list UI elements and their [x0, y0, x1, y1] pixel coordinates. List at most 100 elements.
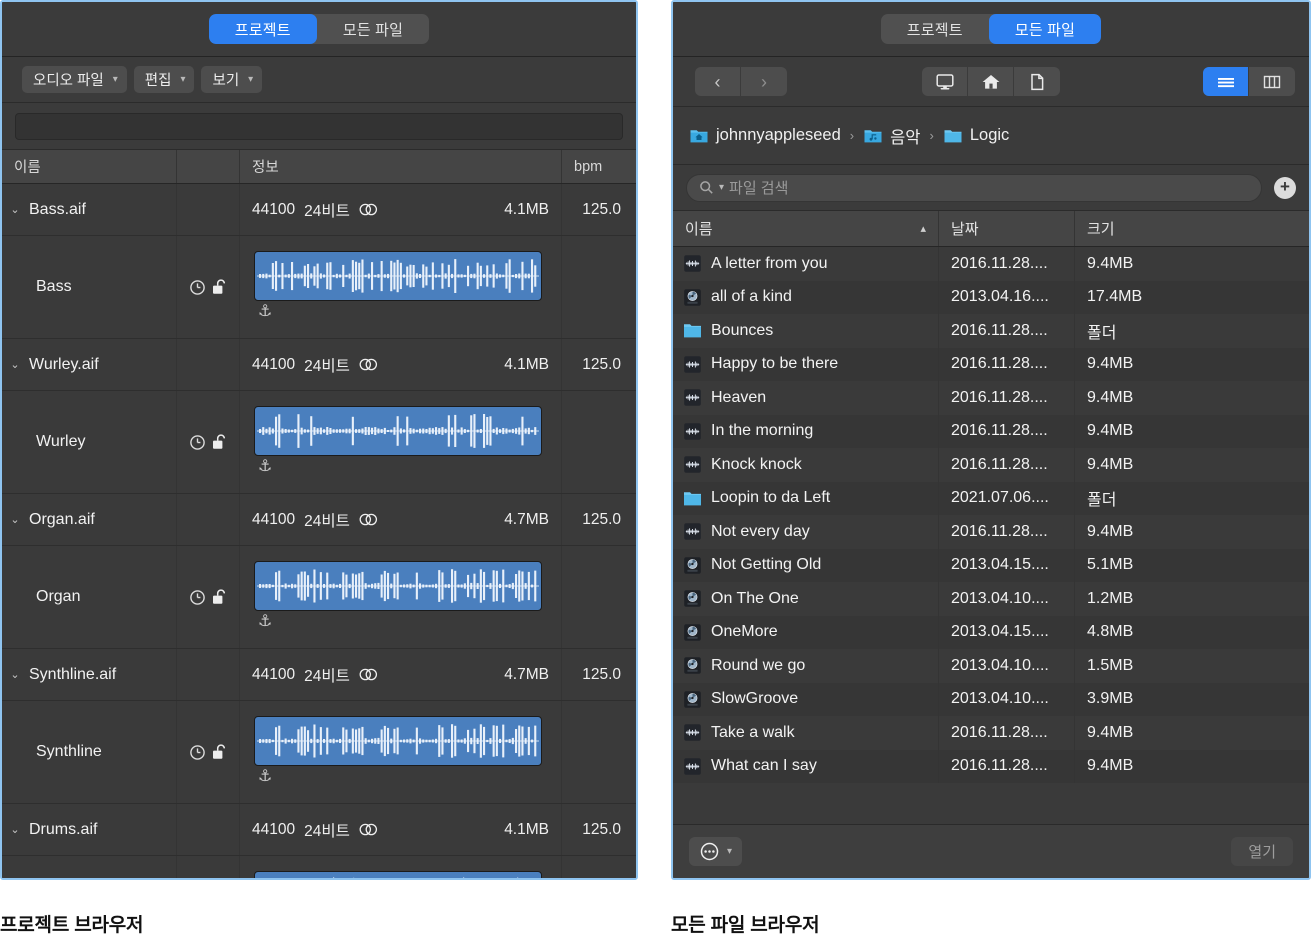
anchor-icon[interactable]: ⚓ [258, 304, 272, 320]
tab-all-files[interactable]: 모든 파일 [317, 14, 429, 44]
audio-region-flags-cell[interactable] [177, 391, 240, 493]
table-row[interactable]: Not every day 2016.11.28.... 9.4MB [673, 515, 1309, 549]
table-row[interactable]: In the morning 2016.11.28.... 9.4MB [673, 414, 1309, 448]
table-row[interactable]: Not Getting Old 2013.04.15.... 5.1MB [673, 548, 1309, 582]
audio-file-row[interactable]: ⌄ Organ.aif 44100 24비트 4.7MB 125.0 [2, 494, 636, 546]
audio-region-row[interactable]: Wurley ⚓ [2, 391, 636, 494]
file-name-cell[interactable]: OneMore [673, 615, 939, 649]
forward-button[interactable]: › [741, 67, 787, 96]
audio-region-waveform-cell[interactable]: ⚓ [240, 546, 562, 648]
action-menu-button[interactable]: ▾ [689, 837, 743, 866]
home-button[interactable] [968, 67, 1014, 96]
audio-region-waveform-cell[interactable]: ⚓ [240, 856, 562, 878]
menu-edit[interactable]: 편집 ▾ [133, 66, 195, 93]
back-button[interactable]: ‹ [695, 67, 741, 96]
audio-file-row[interactable]: ⌄ Drums.aif 44100 24비트 4.1MB 125.0 [2, 804, 636, 856]
audio-region-waveform-cell[interactable]: ⚓ [240, 391, 562, 493]
table-row[interactable]: A letter from you 2016.11.28.... 9.4MB [673, 247, 1309, 281]
audio-region-flags-cell[interactable] [177, 546, 240, 648]
breadcrumb-item-logic[interactable]: Logic [943, 126, 1009, 145]
file-name-cell[interactable]: SlowGroove [673, 682, 939, 716]
column-header-info[interactable]: 정보 [240, 150, 562, 183]
chevron-down-icon[interactable]: ⌄ [8, 203, 22, 216]
file-name-cell[interactable]: Heaven [673, 381, 939, 415]
anchor-icon[interactable]: ⚓ [258, 769, 272, 785]
column-view-button[interactable] [1249, 67, 1295, 96]
audio-region-waveform-cell[interactable]: ⚓ [240, 701, 562, 803]
audio-region-name[interactable]: Wurley [2, 391, 177, 493]
table-row[interactable]: Bounces 2016.11.28.... 폴더 [673, 314, 1309, 348]
audio-region-name[interactable]: Organ [2, 546, 177, 648]
table-row[interactable]: Take a walk 2016.11.28.... 9.4MB [673, 716, 1309, 750]
table-row[interactable]: Knock knock 2016.11.28.... 9.4MB [673, 448, 1309, 482]
column-header-date[interactable]: 날짜 [939, 211, 1075, 246]
audio-file-name-cell[interactable]: ⌄ Organ.aif [2, 494, 177, 545]
audio-region-row[interactable]: Bass ⚓ [2, 236, 636, 339]
anchor-icon[interactable]: ⚓ [258, 614, 272, 630]
project-search-input[interactable] [15, 112, 623, 140]
project-file-button[interactable] [1014, 67, 1060, 96]
open-button[interactable]: 열기 [1231, 837, 1293, 866]
audio-region-flags-cell[interactable] [177, 856, 240, 878]
table-row[interactable]: Happy to be there 2016.11.28.... 9.4MB [673, 347, 1309, 381]
audio-region-waveform-cell[interactable]: ⚓ [240, 236, 562, 338]
file-name-cell[interactable]: Bounces [673, 314, 939, 348]
breadcrumb-item-home[interactable]: johnnyappleseed [689, 126, 841, 145]
file-name-cell[interactable]: Knock knock [673, 448, 939, 482]
waveform-region[interactable] [254, 561, 542, 611]
tab-project[interactable]: 프로젝트 [881, 14, 989, 44]
column-header-bpm[interactable]: bpm [562, 150, 634, 183]
file-name-cell[interactable]: Take a walk [673, 716, 939, 750]
audio-region-flags-cell[interactable] [177, 701, 240, 803]
waveform-region[interactable] [254, 251, 542, 301]
audio-file-name-cell[interactable]: ⌄ Synthline.aif [2, 649, 177, 700]
file-name-cell[interactable]: What can I say [673, 749, 939, 783]
file-name-cell[interactable]: all of a kind [673, 280, 939, 314]
audio-region-name[interactable]: Bass [2, 236, 177, 338]
project-segmented-control[interactable]: 프로젝트 모든 파일 [208, 14, 430, 44]
waveform-region[interactable] [254, 716, 542, 766]
column-header-size[interactable]: 크기 [1075, 211, 1309, 246]
chevron-down-icon[interactable]: ⌄ [8, 668, 22, 681]
audio-file-name-cell[interactable]: ⌄ Wurley.aif [2, 339, 177, 390]
table-row[interactable]: all of a kind 2013.04.16.... 17.4MB [673, 280, 1309, 314]
audio-region-name[interactable]: Synthline [2, 701, 177, 803]
file-search-input[interactable]: ▾ 파일 검색 [686, 173, 1262, 202]
file-name-cell[interactable]: Round we go [673, 649, 939, 683]
audio-file-row[interactable]: ⌄ Bass.aif 44100 24비트 4.1MB 125.0 [2, 184, 636, 236]
audio-file-name-cell[interactable]: ⌄ Drums.aif [2, 804, 177, 855]
tab-project[interactable]: 프로젝트 [208, 14, 317, 44]
table-row[interactable]: On The One 2013.04.10.... 1.2MB [673, 582, 1309, 616]
computer-button[interactable] [922, 67, 968, 96]
column-header-blank[interactable] [177, 150, 240, 183]
menu-view[interactable]: 보기 ▾ [201, 66, 263, 93]
table-row[interactable]: Heaven 2016.11.28.... 9.4MB [673, 381, 1309, 415]
chevron-down-icon[interactable]: ⌄ [8, 823, 22, 836]
audio-region-row[interactable]: Organ ⚓ [2, 546, 636, 649]
menu-audio-file[interactable]: 오디오 파일 ▾ [22, 66, 127, 93]
column-header-name[interactable]: 이름 ▴ [673, 211, 939, 246]
chevron-down-icon[interactable]: ⌄ [8, 513, 22, 526]
waveform-region[interactable] [254, 871, 542, 878]
table-row[interactable]: OneMore 2013.04.15.... 4.8MB [673, 615, 1309, 649]
audio-region-name[interactable]: Drums [2, 856, 177, 878]
anchor-icon[interactable]: ⚓ [258, 459, 272, 475]
chevron-down-icon[interactable]: ⌄ [8, 358, 22, 371]
file-name-cell[interactable]: In the morning [673, 414, 939, 448]
audio-region-row[interactable]: Synthline ⚓ [2, 701, 636, 804]
table-row[interactable]: Loopin to da Left 2021.07.06.... 폴더 [673, 481, 1309, 515]
all-files-segmented-control[interactable]: 프로젝트 모든 파일 [880, 14, 1102, 44]
table-row[interactable]: Round we go 2013.04.10.... 1.5MB [673, 649, 1309, 683]
file-name-cell[interactable]: Loopin to da Left [673, 481, 939, 515]
file-name-cell[interactable]: A letter from you [673, 247, 939, 281]
file-name-cell[interactable]: Not every day [673, 515, 939, 549]
audio-file-name-cell[interactable]: ⌄ Bass.aif [2, 184, 177, 235]
file-name-cell[interactable]: Happy to be there [673, 347, 939, 381]
table-row[interactable]: SlowGroove 2013.04.10.... 3.9MB [673, 682, 1309, 716]
breadcrumb-item-music[interactable]: 음악 [863, 124, 921, 148]
tab-all-files[interactable]: 모든 파일 [988, 14, 1102, 44]
waveform-region[interactable] [254, 406, 542, 456]
audio-region-row[interactable]: Drums ⚓ [2, 856, 636, 878]
file-name-cell[interactable]: Not Getting Old [673, 548, 939, 582]
plus-circle-icon[interactable]: + [1274, 176, 1296, 199]
